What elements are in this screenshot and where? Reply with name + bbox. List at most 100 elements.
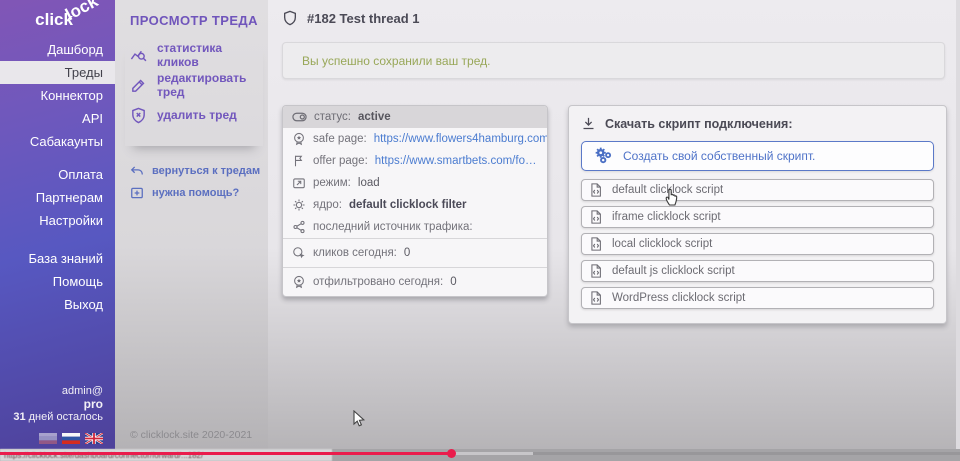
- sidebar-item-connector[interactable]: Коннектор: [0, 84, 115, 107]
- file-code-icon: [590, 291, 602, 305]
- share-icon: [292, 220, 306, 234]
- success-alert: Вы успешно сохранили ваш тред.: [282, 42, 945, 79]
- default-script-label: default clicklock script: [612, 184, 723, 196]
- back-to-threads-link[interactable]: вернуться к тредам: [130, 160, 260, 182]
- account-email: admin@: [13, 385, 103, 397]
- local-script-button[interactable]: local clicklock script: [581, 233, 934, 255]
- page-title: #182 Test thread 1: [282, 10, 419, 26]
- default-script-button[interactable]: default clicklock script: [581, 179, 934, 201]
- account-days-text: дней осталось: [29, 411, 103, 423]
- account-days-number: 31: [13, 411, 25, 423]
- status-header: статус: active: [283, 106, 547, 128]
- offer-page-row: offer page: https://www.smartbets.com/fo…: [283, 150, 547, 172]
- main-content: #182 Test thread 1 Вы успешно сохранили …: [268, 0, 960, 449]
- core-label: ядро:: [313, 199, 342, 211]
- video-progress-handle[interactable]: [447, 449, 456, 458]
- download-icon: [581, 116, 596, 131]
- edit-pencil-icon: [130, 77, 147, 94]
- create-custom-script-button[interactable]: Создать свой собственный скрипт.: [581, 141, 934, 171]
- status-label: статус:: [314, 111, 351, 123]
- help-plus-box-icon: [130, 186, 144, 200]
- last-traffic-source-row: последний источник трафика:: [283, 216, 547, 238]
- mode-value: load: [358, 177, 380, 189]
- sidebar-item-dashboard[interactable]: Дашборд: [0, 38, 115, 61]
- flag-icon: [292, 154, 306, 168]
- iframe-script-button[interactable]: iframe clicklock script: [581, 206, 934, 228]
- app-logo[interactable]: clicklock: [35, 10, 107, 30]
- download-scripts-card: Скачать скрипт подключения: Создать свой…: [568, 105, 947, 324]
- sidebar-nav: Дашборд Треды Коннектор API Сабакаунты О…: [0, 38, 115, 316]
- wordpress-script-button[interactable]: WordPress clicklock script: [581, 287, 934, 309]
- thread-actions: статистика кликов редактировать тред уда…: [125, 40, 263, 146]
- mode-row: режим: load: [283, 172, 547, 194]
- thread-status-card: статус: active safe page: https://www.fl…: [282, 105, 548, 297]
- wordpress-script-label: WordPress clicklock script: [612, 292, 745, 304]
- gears-cluster-icon: [594, 147, 614, 165]
- clicks-today-row: кликов сегодня: 0: [283, 238, 547, 267]
- status-value: active: [358, 111, 391, 123]
- app-screen: clicklock Дашборд Треды Коннектор API Са…: [0, 0, 960, 461]
- last-traffic-source-label: последний источник трафика:: [313, 221, 473, 233]
- filtered-today-label: отфильтровано сегодня:: [313, 276, 443, 288]
- shield-icon: [282, 10, 298, 26]
- flag-uk-icon[interactable]: [85, 433, 103, 444]
- thread-menu-panel: ПРОСМОТР ТРЕДА статистика кликов редакти…: [115, 0, 268, 449]
- delete-thread-button[interactable]: удалить тред: [130, 100, 263, 130]
- sidebar-item-knowledge-base[interactable]: База знаний: [0, 247, 115, 270]
- filtered-today-value: 0: [450, 276, 456, 288]
- clicks-stats-icon: [130, 47, 147, 64]
- browser-status-url: https://clicklock.site/dashboard/connect…: [0, 449, 332, 461]
- default-js-script-label: default js clicklock script: [612, 265, 735, 277]
- mode-label: режим:: [313, 177, 351, 189]
- core-value: default clicklock filter: [349, 199, 467, 211]
- badge-star-icon: [292, 132, 306, 146]
- thread-title: #182 Test thread 1: [307, 11, 419, 26]
- flag-ru-dim-icon[interactable]: [39, 433, 57, 444]
- file-code-icon: [590, 183, 602, 197]
- toggle-icon: [292, 111, 307, 123]
- file-code-icon: [590, 210, 602, 224]
- clicks-today-label: кликов сегодня:: [313, 247, 397, 259]
- file-code-icon: [590, 237, 602, 251]
- offer-page-link[interactable]: https://www.smartbets.com/football/tea..…: [375, 155, 538, 167]
- sidebar-item-threads[interactable]: Треды: [0, 61, 115, 84]
- flag-ru-icon[interactable]: [62, 433, 80, 444]
- account-info: admin@ pro 31 дней осталось: [13, 385, 103, 423]
- sidebar-item-logout[interactable]: Выход: [0, 293, 115, 316]
- clicks-stats-label: статистика кликов: [157, 41, 263, 69]
- badge-star-icon: [292, 275, 306, 289]
- sidebar: clicklock Дашборд Треды Коннектор API Са…: [0, 0, 115, 449]
- back-to-threads-label: вернуться к тредам: [152, 165, 260, 177]
- sidebar-item-settings[interactable]: Настройки: [0, 209, 115, 232]
- clicks-today-value: 0: [404, 247, 410, 259]
- thread-links: вернуться к тредам нужна помощь?: [130, 160, 260, 204]
- sidebar-item-api[interactable]: API: [0, 107, 115, 130]
- sidebar-item-payment[interactable]: Оплата: [0, 163, 115, 186]
- gear-icon: [292, 198, 306, 212]
- file-code-icon: [590, 264, 602, 278]
- need-help-label: нужна помощь?: [152, 187, 239, 199]
- content-cards: статус: active safe page: https://www.fl…: [282, 105, 947, 324]
- safe-page-link[interactable]: https://www.flowers4hamburg.com/: [374, 133, 548, 145]
- sidebar-item-help[interactable]: Помощь: [0, 270, 115, 293]
- delete-thread-label: удалить тред: [157, 108, 237, 122]
- safe-page-row: safe page: https://www.flowers4hamburg.c…: [283, 128, 547, 150]
- filtered-today-row: отфильтровано сегодня: 0: [283, 267, 547, 296]
- success-alert-text: Вы успешно сохранили ваш тред.: [302, 54, 490, 68]
- edit-thread-button[interactable]: редактировать тред: [130, 70, 263, 100]
- copyright: © clicklock.site 2020-2021: [130, 429, 252, 441]
- sidebar-item-subaccounts[interactable]: Сабакаунты: [0, 130, 115, 153]
- scripts-title-label: Скачать скрипт подключения:: [605, 117, 793, 131]
- need-help-link[interactable]: нужна помощь?: [130, 182, 260, 204]
- default-js-script-button[interactable]: default js clicklock script: [581, 260, 934, 282]
- undo-arrow-icon: [130, 164, 144, 178]
- safe-page-label: safe page:: [313, 133, 367, 145]
- bottom-bar: https://clicklock.site/dashboard/connect…: [0, 449, 960, 461]
- scripts-card-title: Скачать скрипт подключения:: [581, 116, 934, 131]
- sidebar-item-partners[interactable]: Партнерам: [0, 186, 115, 209]
- core-row: ядро: default clicklock filter: [283, 194, 547, 216]
- clicks-stats-button[interactable]: статистика кликов: [130, 40, 263, 70]
- video-progress-played: [0, 452, 451, 455]
- edit-thread-label: редактировать тред: [157, 71, 263, 99]
- language-switcher: [39, 433, 103, 444]
